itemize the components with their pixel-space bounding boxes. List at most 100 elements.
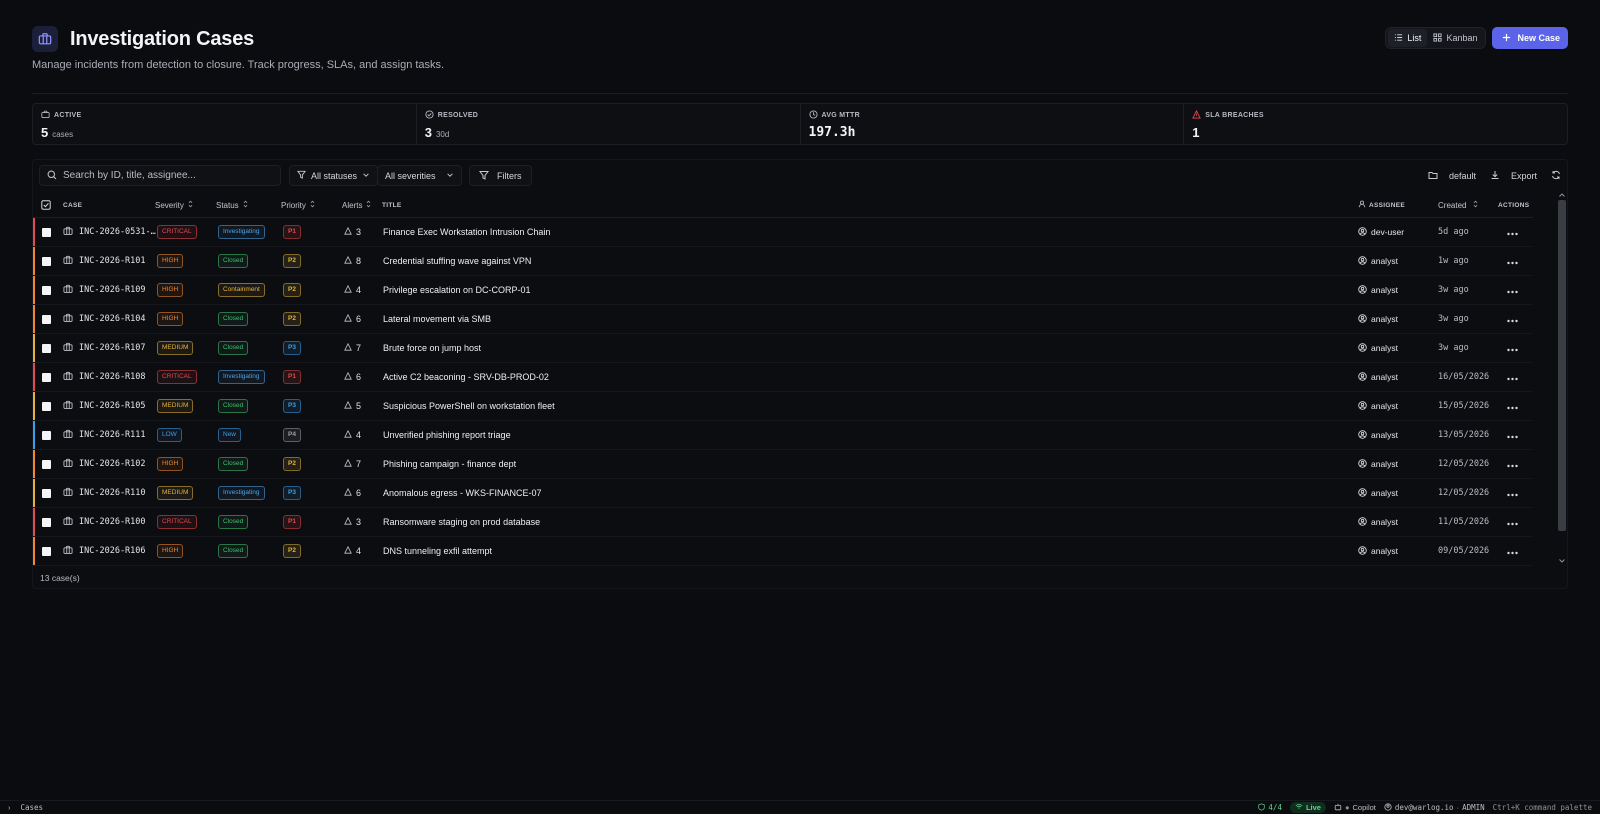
case-id[interactable]: INC-2026-R109 [63,276,146,304]
row-actions-button[interactable] [1507,276,1518,304]
row-checkbox[interactable] [42,546,51,556]
row-actions-button[interactable] [1507,247,1518,275]
case-id[interactable]: INC-2026-R111 [63,421,146,449]
row-actions-button[interactable] [1507,537,1518,565]
search-input[interactable] [63,170,263,181]
assignee[interactable]: analyst [1358,247,1398,275]
assignee[interactable]: analyst [1358,421,1398,449]
column-created[interactable]: Created [1438,192,1479,218]
table-row[interactable]: INC-2026-R111 LOW New P4 4 Unverified ph… [33,421,1533,450]
column-assignee[interactable]: ASSIGNEE [1358,192,1405,218]
export-button[interactable]: Export [1490,170,1537,182]
row-actions-button[interactable] [1507,450,1518,478]
filters-button[interactable]: Filters [469,165,532,186]
row-checkbox[interactable] [42,517,51,527]
assignee[interactable]: analyst [1358,305,1398,333]
assignee[interactable]: analyst [1358,537,1398,565]
severity-filter-select[interactable]: All severities [377,165,462,186]
user-menu[interactable]: dev@warlog.io · ADMIN [1384,802,1485,813]
case-id[interactable]: INC-2026-R107 [63,334,146,362]
live-badge[interactable]: Live [1289,802,1326,813]
table-row[interactable]: INC-2026-R102 HIGH Closed P2 7 Phishing … [33,450,1533,479]
new-case-button[interactable]: New Case [1492,27,1568,49]
case-id[interactable]: INC-2026-R105 [63,392,146,420]
row-actions-button[interactable] [1507,218,1518,246]
row-checkbox[interactable] [42,314,51,324]
row-checkbox[interactable] [42,343,51,353]
case-id[interactable]: INC-2026-R102 [63,450,146,478]
row-checkbox[interactable] [42,459,51,469]
case-title[interactable]: Lateral movement via SMB [383,305,491,333]
row-checkbox[interactable] [42,430,51,440]
column-severity[interactable]: Severity [155,192,194,218]
command-palette-hint[interactable]: Ctrl+K command palette [1493,803,1592,812]
row-checkbox[interactable] [42,401,51,411]
case-title[interactable]: Privilege escalation on DC-CORP-01 [383,276,531,304]
assignee[interactable]: analyst [1358,508,1398,536]
row-actions-button[interactable] [1507,421,1518,449]
row-actions-button[interactable] [1507,363,1518,391]
assignee[interactable]: analyst [1358,450,1398,478]
case-title[interactable]: Phishing campaign - finance dept [383,450,516,478]
case-title[interactable]: Credential stuffing wave against VPN [383,247,531,275]
case-title[interactable]: Anomalous egress - WKS-FINANCE-07 [383,479,542,507]
row-actions-button[interactable] [1507,479,1518,507]
case-id[interactable]: INC-2026-R108 [63,363,146,391]
column-status[interactable]: Status [216,192,249,218]
table-row[interactable]: INC-2026-R105 MEDIUM Closed P3 5 Suspici… [33,392,1533,421]
assignee[interactable]: analyst [1358,363,1398,391]
case-id[interactable]: INC-2026-R101 [63,247,146,275]
case-id[interactable]: INC-2026-R100 [63,508,146,536]
column-title[interactable]: TITLE [382,192,402,218]
health-indicator[interactable]: 4/4 [1258,802,1282,813]
column-case[interactable]: CASE [63,192,82,218]
case-id[interactable]: INC-2026-0531-… [63,218,156,246]
select-all-checkbox[interactable] [41,192,51,218]
row-checkbox[interactable] [42,488,51,498]
view-kanban-button[interactable]: Kanban [1427,29,1483,47]
case-title[interactable]: Brute force on jump host [383,334,481,362]
row-checkbox[interactable] [42,372,51,382]
table-row[interactable]: INC-2026-R104 HIGH Closed P2 6 Lateral m… [33,305,1533,334]
status-filter-select[interactable]: All statuses [289,165,379,186]
table-row[interactable]: INC-2026-R107 MEDIUM Closed P3 7 Brute f… [33,334,1533,363]
view-list-button[interactable]: List [1388,29,1428,47]
table-row[interactable]: INC-2026-R110 MEDIUM Investigating P3 6 … [33,479,1533,508]
assignee[interactable]: analyst [1358,392,1398,420]
scrollbar-thumb[interactable] [1558,200,1566,531]
table-scrollbar[interactable] [1558,192,1566,564]
case-title[interactable]: DNS tunneling exfil attempt [383,537,492,565]
row-checkbox[interactable] [42,227,51,237]
case-title[interactable]: Suspicious PowerShell on workstation fle… [383,392,555,420]
row-checkbox[interactable] [42,285,51,295]
row-actions-button[interactable] [1507,305,1518,333]
case-id[interactable]: INC-2026-R104 [63,305,146,333]
assignee[interactable]: dev-user [1358,218,1404,246]
case-id[interactable]: INC-2026-R110 [63,479,146,507]
case-id[interactable]: INC-2026-R106 [63,537,146,565]
copilot-button[interactable]: ● Copilot [1334,803,1376,813]
row-actions-button[interactable] [1507,392,1518,420]
table-row[interactable]: INC-2026-R108 CRITICAL Investigating P1 … [33,363,1533,392]
table-row[interactable]: INC-2026-R101 HIGH Closed P2 8 Credentia… [33,247,1533,276]
breadcrumb[interactable]: Cases [21,803,44,812]
table-row[interactable]: INC-2026-R106 HIGH Closed P2 4 DNS tunne… [33,537,1533,566]
column-priority[interactable]: Priority [281,192,316,218]
case-title[interactable]: Ransomware staging on prod database [383,508,540,536]
assignee[interactable]: analyst [1358,334,1398,362]
case-title[interactable]: Finance Exec Workstation Intrusion Chain [383,218,550,246]
more-horizontal-icon [1507,457,1518,471]
row-checkbox[interactable] [42,256,51,266]
table-row[interactable]: INC-2026-0531-… CRITICAL Investigating P… [33,218,1533,247]
saved-view-button[interactable]: default [1428,170,1476,182]
case-title[interactable]: Active C2 beaconing - SRV-DB-PROD-02 [383,363,549,391]
assignee[interactable]: analyst [1358,276,1398,304]
row-actions-button[interactable] [1507,508,1518,536]
assignee[interactable]: analyst [1358,479,1398,507]
table-row[interactable]: INC-2026-R100 CRITICAL Closed P1 3 Ranso… [33,508,1533,537]
row-actions-button[interactable] [1507,334,1518,362]
refresh-button[interactable] [1551,170,1561,182]
case-title[interactable]: Unverified phishing report triage [383,421,511,449]
column-alerts[interactable]: Alerts [342,192,372,218]
table-row[interactable]: INC-2026-R109 HIGH Containment P2 4 Priv… [33,276,1533,305]
